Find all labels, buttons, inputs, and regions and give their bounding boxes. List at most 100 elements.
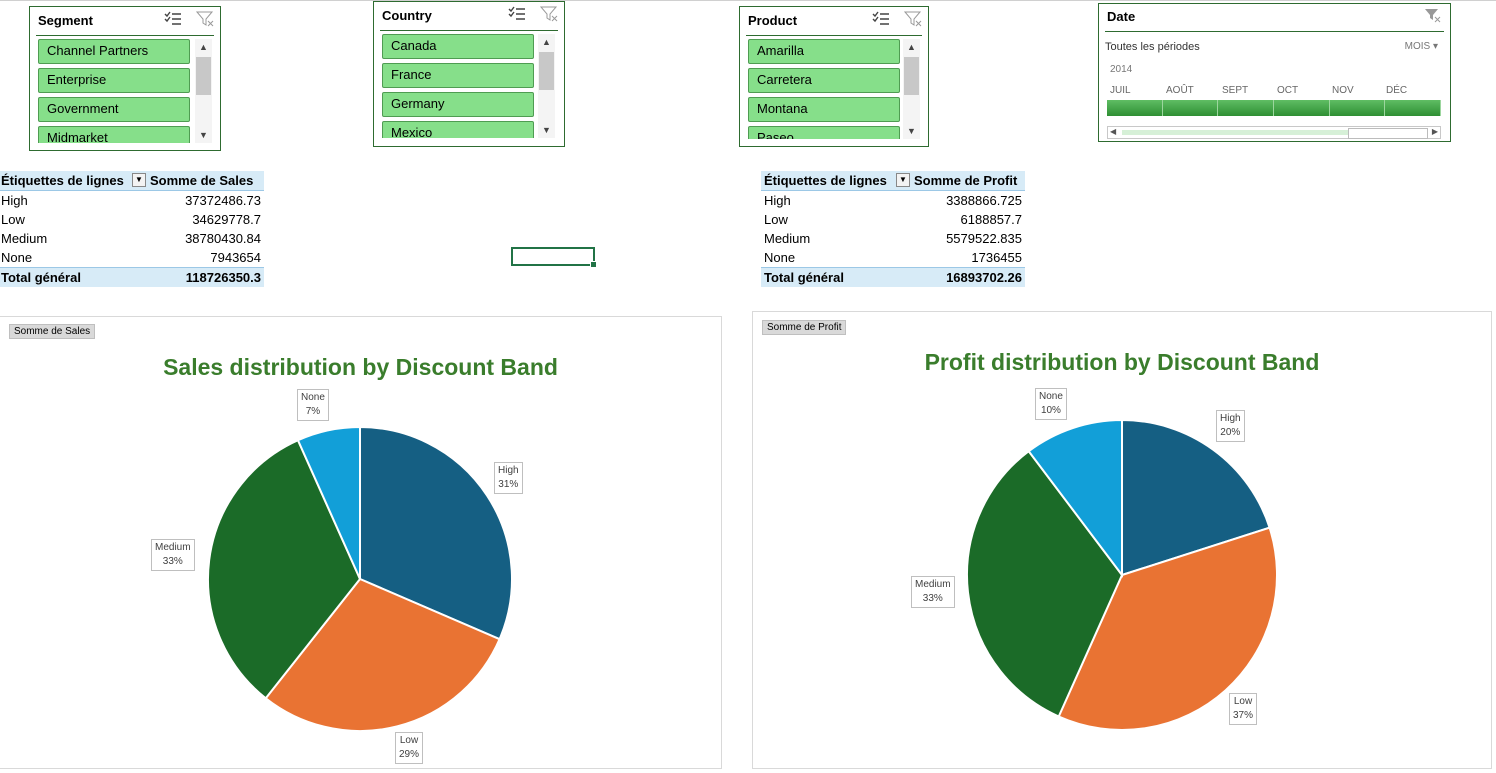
value-header: Somme de Sales xyxy=(150,173,254,188)
table-row[interactable]: Low 6188857.7 xyxy=(761,210,1025,229)
table-row[interactable]: Medium 5579522.835 xyxy=(761,229,1025,248)
data-label-percent: 33% xyxy=(162,556,183,567)
data-label-medium[interactable]: Medium 33% xyxy=(151,539,195,571)
scroll-thumb[interactable] xyxy=(196,57,211,95)
table-row[interactable]: High 37372486.73 xyxy=(0,191,264,210)
scroll-down-arrow-icon[interactable]: ▼ xyxy=(195,128,212,142)
clear-filter-icon[interactable] xyxy=(1424,8,1442,29)
data-label-category: Medium xyxy=(915,579,951,590)
row-label: None xyxy=(764,250,796,265)
slicer-scrollbar[interactable]: ▲ ▼ xyxy=(903,39,920,139)
table-row[interactable]: None 7943654 xyxy=(0,248,264,267)
slicer-item[interactable]: Enterprise xyxy=(38,68,190,93)
slicer-item[interactable]: France xyxy=(382,63,534,88)
pivot-header-row: Étiquettes de lignes ▼ Somme de Sales xyxy=(0,171,264,191)
slicer-title: Product xyxy=(748,13,798,28)
active-cell[interactable] xyxy=(511,247,597,268)
data-label-none[interactable]: None 10% xyxy=(1035,388,1067,420)
row-labels-header: Étiquettes de lignes xyxy=(764,173,887,188)
multi-select-icon[interactable] xyxy=(164,11,182,32)
table-row[interactable]: Low 34629778.7 xyxy=(0,210,264,229)
row-value: 7943654 xyxy=(210,250,261,265)
pivot-table-sales: Étiquettes de lignes ▼ Somme de Sales Hi… xyxy=(0,171,264,287)
slicer-product[interactable]: Product Amarilla Carretera Montana Paseo… xyxy=(739,6,929,147)
scroll-up-arrow-icon[interactable]: ▲ xyxy=(538,35,555,49)
scroll-right-arrow-icon[interactable]: ▶ xyxy=(1432,127,1438,136)
slicer-divider xyxy=(380,30,558,31)
scroll-down-arrow-icon[interactable]: ▼ xyxy=(538,123,555,137)
data-label-low[interactable]: Low 29% xyxy=(395,732,424,764)
data-label-percent: 20% xyxy=(1220,427,1241,438)
timeline-date[interactable]: Date Toutes les périodes MOIS ▾ 2014 JUI… xyxy=(1098,3,1451,142)
slicer-item[interactable]: Channel Partners xyxy=(38,39,190,64)
multi-select-icon[interactable] xyxy=(508,6,526,27)
total-row[interactable]: Total général 16893702.26 xyxy=(761,267,1025,287)
table-row[interactable]: High 3388866.725 xyxy=(761,191,1025,210)
row-label: Low xyxy=(764,212,788,227)
slicer-item[interactable]: Canada xyxy=(382,34,534,59)
filter-dropdown-icon[interactable]: ▼ xyxy=(896,173,910,187)
data-label-category: None xyxy=(1039,391,1063,402)
scroll-thumb[interactable] xyxy=(904,57,919,95)
clear-filter-icon[interactable] xyxy=(903,11,922,32)
slicer-items: Canada France Germany Mexico xyxy=(382,34,534,138)
scroll-thumb[interactable] xyxy=(539,52,554,90)
total-value: 16893702.26 xyxy=(946,270,1022,285)
data-label-category: Low xyxy=(1233,696,1253,707)
slicer-items: Channel Partners Enterprise Government M… xyxy=(38,39,190,143)
row-label: Medium xyxy=(1,231,48,246)
data-label-category: High xyxy=(498,465,519,476)
timeline-scrollbar[interactable]: ◀ ▶ xyxy=(1107,126,1441,139)
timeline-selection-bar[interactable] xyxy=(1107,100,1442,116)
row-label: High xyxy=(1,193,28,208)
slicer-segment[interactable]: Segment Channel Partners Enterprise Gove… xyxy=(29,6,221,151)
total-row[interactable]: Total général 118726350.3 xyxy=(0,267,264,287)
pivot-header-row: Étiquettes de lignes ▼ Somme de Profit xyxy=(761,171,1025,191)
timeline-title: Date xyxy=(1107,9,1136,24)
scroll-thumb[interactable] xyxy=(1348,128,1428,139)
chart-profit[interactable]: Somme de Profit Profit distribution by D… xyxy=(752,311,1492,769)
slicer-items: Amarilla Carretera Montana Paseo xyxy=(748,39,900,139)
data-label-none[interactable]: None 7% xyxy=(297,389,329,421)
slicer-divider xyxy=(36,35,214,36)
data-label-percent: 37% xyxy=(1233,710,1254,721)
slicer-item[interactable]: Amarilla xyxy=(748,39,900,64)
slicer-item[interactable]: Carretera xyxy=(748,68,900,93)
pivot-table-profit: Étiquettes de lignes ▼ Somme de Profit H… xyxy=(761,171,1025,287)
slicer-item[interactable]: Mexico xyxy=(382,121,534,138)
clear-filter-icon[interactable] xyxy=(195,11,214,32)
slicer-scrollbar[interactable]: ▲ ▼ xyxy=(538,34,555,138)
data-label-high[interactable]: High 31% xyxy=(494,462,523,494)
scroll-up-arrow-icon[interactable]: ▲ xyxy=(903,40,920,54)
slicer-divider xyxy=(746,35,922,36)
row-value: 3388866.725 xyxy=(946,193,1022,208)
table-row[interactable]: None 1736455 xyxy=(761,248,1025,267)
slicer-scrollbar[interactable]: ▲ ▼ xyxy=(195,39,212,143)
data-label-medium[interactable]: Medium 33% xyxy=(911,576,955,608)
row-value: 5579522.835 xyxy=(946,231,1022,246)
slicer-item[interactable]: Montana xyxy=(748,97,900,122)
multi-select-icon[interactable] xyxy=(872,11,890,32)
slicer-item[interactable]: Midmarket xyxy=(38,126,190,143)
scroll-down-arrow-icon[interactable]: ▼ xyxy=(903,124,920,138)
row-value: 1736455 xyxy=(971,250,1022,265)
slicer-item[interactable]: Germany xyxy=(382,92,534,117)
table-row[interactable]: Medium 38780430.84 xyxy=(0,229,264,248)
data-label-category: Medium xyxy=(155,542,191,553)
data-label-high[interactable]: High 20% xyxy=(1216,410,1245,442)
timeline-month: OCT xyxy=(1277,85,1299,96)
timeline-level-dropdown[interactable]: MOIS ▾ xyxy=(1405,41,1438,52)
slicer-item[interactable]: Paseo xyxy=(748,126,900,139)
clear-filter-icon[interactable] xyxy=(539,6,558,27)
slicer-item[interactable]: Government xyxy=(38,97,190,122)
chart-sales[interactable]: Somme de Sales Sales distribution by Dis… xyxy=(0,316,722,769)
scroll-up-arrow-icon[interactable]: ▲ xyxy=(195,40,212,54)
data-label-low[interactable]: Low 37% xyxy=(1229,693,1258,725)
filter-dropdown-icon[interactable]: ▼ xyxy=(132,173,146,187)
row-value: 6188857.7 xyxy=(960,212,1022,227)
scroll-left-arrow-icon[interactable]: ◀ xyxy=(1110,127,1116,136)
row-label: None xyxy=(1,250,33,265)
fill-handle[interactable] xyxy=(590,261,597,268)
slicer-country[interactable]: Country Canada France Germany Mexico ▲ ▼ xyxy=(373,1,565,147)
row-label: High xyxy=(764,193,791,208)
